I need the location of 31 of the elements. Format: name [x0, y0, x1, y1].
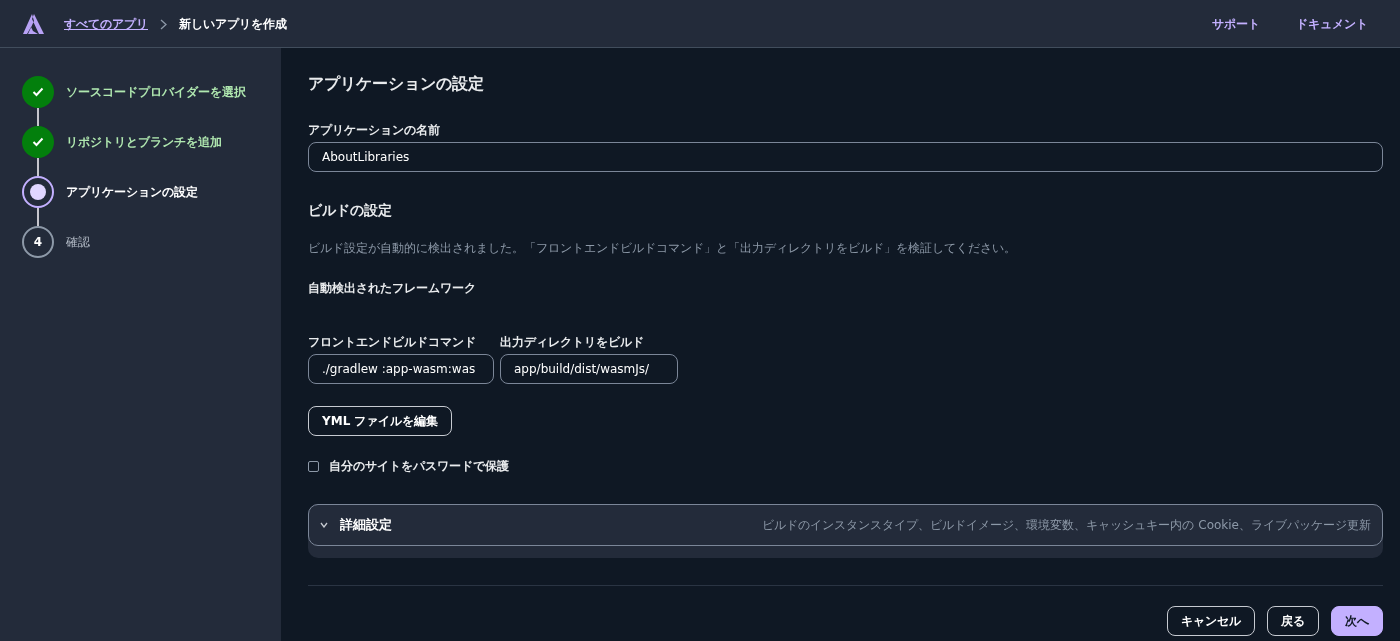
- step-label: ソースコードプロバイダーを選択: [66, 84, 246, 101]
- text-field[interactable]: ./gradlew :app-wasm:was: [308, 354, 494, 384]
- step-done-icon: [22, 126, 54, 158]
- action-button[interactable]: キャンセル: [1167, 605, 1255, 636]
- text-field[interactable]: app/build/dist/wasmJs/: [500, 354, 678, 384]
- page-title: アプリケーションの設定: [308, 73, 485, 95]
- checkbox[interactable]: [308, 460, 319, 472]
- next-button[interactable]: 次へ: [1331, 605, 1383, 636]
- app-name-field[interactable]: AboutLibraries: [308, 142, 1383, 172]
- header-link[interactable]: サポート: [1212, 14, 1260, 33]
- logo-icon[interactable]: [22, 12, 46, 35]
- field-label: 出力ディレクトリをビルド: [500, 334, 645, 351]
- section-title: ビルドの設定: [308, 201, 393, 220]
- framework-label: 自動検出されたフレームワーク: [308, 280, 477, 297]
- chevron-icon: [320, 521, 328, 528]
- edit-yml-button[interactable]: YML ファイルを編集: [308, 406, 453, 436]
- section-description: ビルド設定が自動的に検出されました。「フロントエンドビルドコマンド」と「出力ディレクトリをビルド」を検証してください。: [308, 240, 1017, 257]
- step-label: 確認: [66, 234, 90, 251]
- advanced-header[interactable]: 詳細設定 ビルドのインスタンスタイプ、ビルドイメージ、環境変数、キャッシュキー内の Cookie、ライブパッケージ更新: [308, 504, 1383, 546]
- step-number: 4: [22, 226, 54, 258]
- breadcrumb-link[interactable]: すべてのアプリ: [64, 14, 148, 33]
- checkbox-label: 自分のサイトをパスワードで保護: [329, 458, 509, 475]
- action-button[interactable]: 戻る: [1267, 605, 1319, 636]
- step-done-icon: [22, 76, 54, 108]
- step-label: アプリケーションの設定: [66, 184, 198, 201]
- breadcrumb-current: 新しいアプリを作成: [179, 15, 287, 33]
- header-link[interactable]: ドキュメント: [1296, 14, 1368, 33]
- field-label: アプリケーションの名前: [308, 122, 441, 139]
- field-label: フロントエンドビルドコマンド: [308, 334, 477, 351]
- step-label: リポジトリとブランチを追加: [66, 134, 222, 151]
- step-current-icon: [22, 176, 54, 208]
